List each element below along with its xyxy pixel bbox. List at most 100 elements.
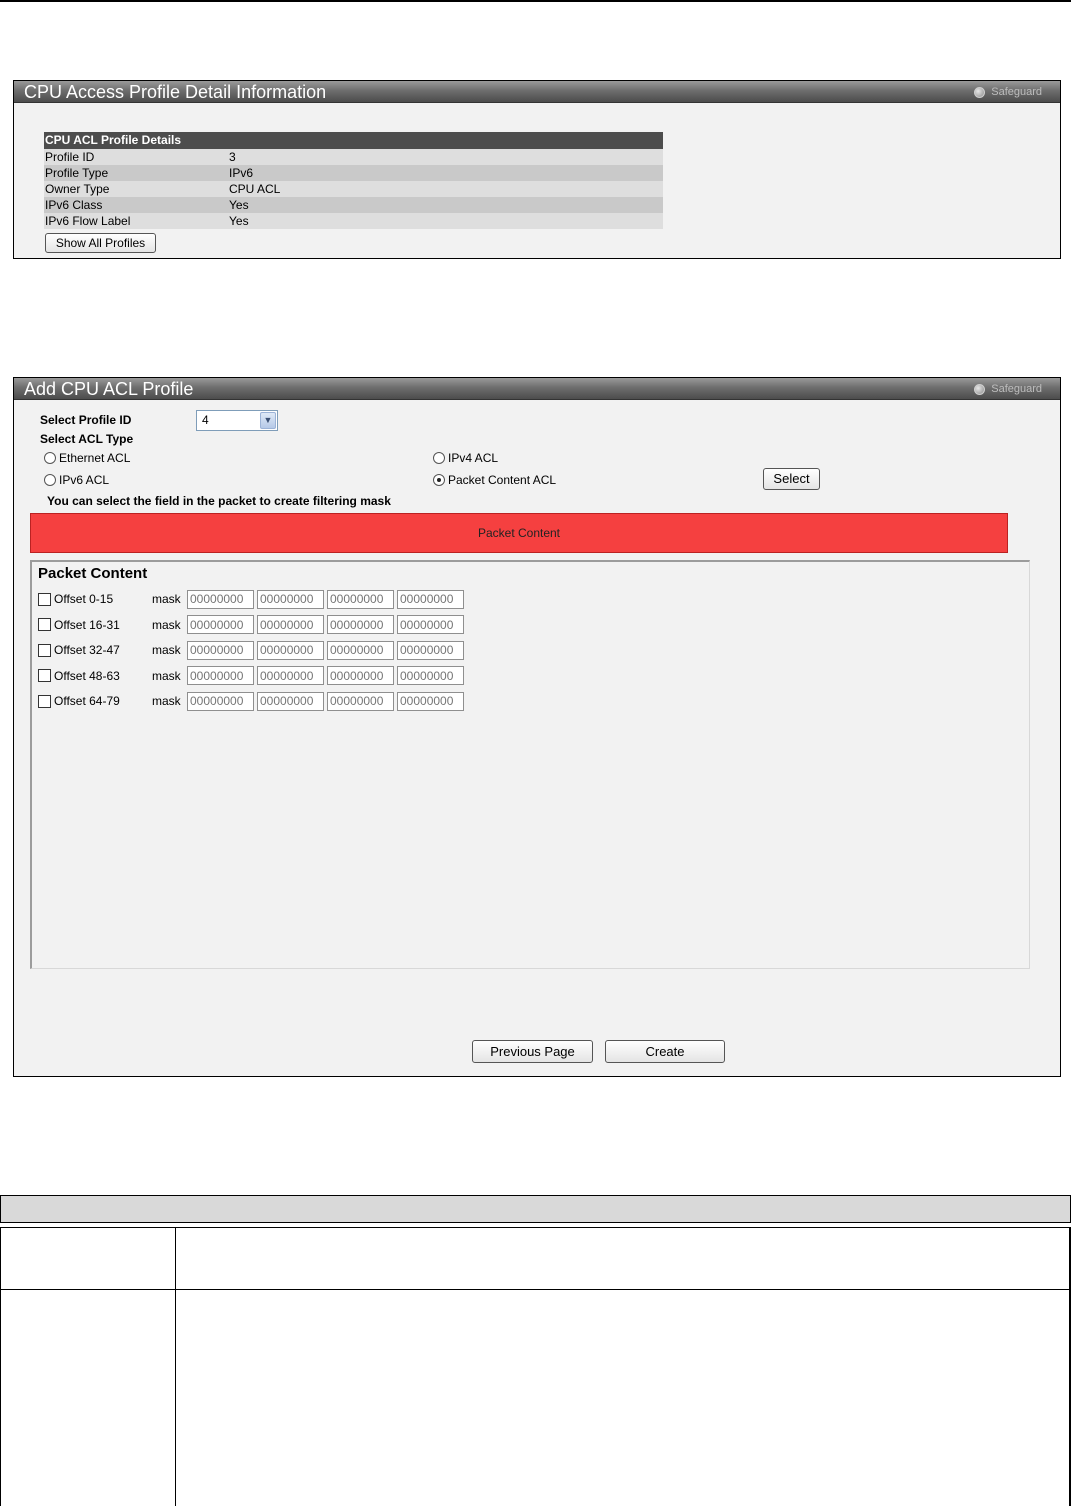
mask-input[interactable] [327, 666, 394, 685]
mask-input[interactable] [187, 615, 254, 634]
mask-label: mask [152, 643, 181, 657]
parameter-table [0, 1227, 1071, 1506]
offset-checkbox[interactable] [38, 618, 51, 631]
panel-title: CPU Access Profile Detail Information [24, 82, 327, 102]
show-all-profiles-button[interactable]: Show All Profiles [45, 233, 156, 253]
hint-text: You can select the field in the packet t… [47, 494, 391, 508]
mask-input[interactable] [257, 666, 324, 685]
radio-label: Packet Content ACL [448, 473, 557, 487]
radio-ipv6-acl[interactable]: IPv6 ACL [44, 473, 109, 487]
mask-label: mask [152, 617, 181, 632]
profile-id-select[interactable]: 4 ▼ [196, 410, 278, 431]
table-row: Profile Type IPv6 [44, 165, 663, 181]
profile-detail-panel: CPU Access Profile Detail Information Sa… [13, 80, 1061, 259]
radio-icon[interactable] [433, 452, 445, 464]
radio-label: IPv4 ACL [448, 451, 499, 465]
parameter-table-header [0, 1195, 1071, 1223]
row-value: Yes [229, 214, 249, 228]
table-row [1, 1228, 1070, 1290]
safeguard-icon [974, 383, 986, 395]
profile-id-label: Select Profile ID [40, 413, 132, 427]
offset-label: Offset 64-79 [54, 694, 120, 708]
create-button[interactable]: Create [605, 1040, 725, 1063]
mask-input[interactable] [397, 640, 464, 660]
mask-label: mask [152, 694, 181, 708]
radio-label: Ethernet ACL [59, 451, 131, 465]
row-label: Profile ID [45, 150, 95, 164]
row-label: IPv6 Class [45, 198, 103, 212]
offset-checkbox[interactable] [38, 669, 51, 682]
offset-label: Offset 32-47 [54, 643, 120, 657]
table-border [1069, 1228, 1070, 1506]
mask-input[interactable] [397, 666, 464, 685]
profile-details-table: CPU ACL Profile Details Profile ID 3 Profi… [44, 132, 663, 229]
mask-input[interactable] [327, 589, 394, 609]
safeguard-icon [974, 86, 986, 98]
mask-input[interactable] [397, 589, 464, 609]
panel-title: Add CPU ACL Profile [24, 379, 194, 399]
offset-row: Offset 16-31 mask [38, 615, 467, 635]
mask-label: mask [152, 668, 181, 683]
mask-input[interactable] [187, 666, 254, 685]
safeguard-label: Safeguard [991, 86, 1042, 98]
select-button[interactable]: Select [763, 468, 820, 490]
radio-ipv4-acl[interactable]: IPv4 ACL [433, 451, 498, 465]
radio-label: IPv6 ACL [59, 473, 110, 487]
details-header: CPU ACL Profile Details [44, 132, 663, 149]
table-divider [175, 1228, 176, 1506]
safeguard-indicator: Safeguard [974, 383, 1042, 395]
row-label: Owner Type [45, 182, 110, 196]
offset-checkbox[interactable] [38, 592, 51, 606]
mask-input[interactable] [257, 640, 324, 660]
packet-content-field-bar[interactable]: Packet Content [30, 513, 1008, 553]
radio-packet-content-acl[interactable]: Packet Content ACL [433, 473, 556, 487]
offset-label: Offset 0-15 [54, 592, 114, 606]
table-row: Profile ID 3 [44, 149, 663, 165]
radio-icon[interactable] [44, 452, 56, 464]
row-value: CPU ACL [229, 182, 281, 196]
radio-icon[interactable] [44, 474, 56, 486]
mask-input[interactable] [187, 640, 254, 660]
row-value: 3 [229, 150, 236, 164]
profile-id-value: 4 [202, 413, 209, 427]
packet-content-area: Packet Content Offset 0-15maskOffset 16-… [30, 560, 1030, 969]
offset-row: Offset 32-47 mask [38, 640, 467, 660]
mask-input[interactable] [327, 691, 394, 711]
row-value: IPv6 [229, 166, 254, 180]
mask-input[interactable] [327, 615, 394, 634]
offset-checkbox[interactable] [38, 643, 51, 657]
row-label: IPv6 Flow Label [45, 214, 131, 228]
offset-label: Offset 16-31 [54, 617, 120, 632]
page-top-rule [0, 0, 1071, 2]
row-label: Profile Type [45, 166, 109, 180]
mask-input[interactable] [397, 691, 464, 711]
offset-label: Offset 48-63 [54, 668, 120, 683]
packet-content-title: Packet Content [38, 565, 148, 582]
offset-row: Offset 48-63 mask [38, 666, 467, 686]
offset-row: Offset 0-15 mask [38, 589, 467, 609]
safeguard-indicator: Safeguard [974, 86, 1042, 98]
mask-label: mask [152, 592, 181, 606]
mask-input[interactable] [187, 589, 254, 609]
chevron-down-icon[interactable]: ▼ [260, 412, 276, 429]
panel-title-bar: Add CPU ACL Profile Safeguard [14, 378, 1060, 400]
mask-input[interactable] [397, 615, 464, 634]
table-row: IPv6 Flow Label Yes [44, 213, 663, 229]
table-row: Owner Type CPU ACL [44, 181, 663, 197]
mask-input[interactable] [257, 691, 324, 711]
table-row: IPv6 Class Yes [44, 197, 663, 213]
mask-input[interactable] [187, 691, 254, 711]
offset-row: Offset 64-79 mask [38, 691, 467, 711]
mask-input[interactable] [257, 589, 324, 609]
safeguard-label: Safeguard [991, 383, 1042, 395]
previous-page-button[interactable]: Previous Page [472, 1040, 593, 1063]
acl-type-label: Select ACL Type [40, 432, 134, 446]
row-value: Yes [229, 198, 249, 212]
radio-ethernet-acl[interactable]: Ethernet ACL [44, 451, 130, 465]
radio-selected-icon[interactable] [433, 474, 445, 486]
add-profile-panel: Add CPU ACL Profile Safeguard Select Pro… [13, 377, 1061, 1077]
mask-input[interactable] [327, 640, 394, 660]
panel-title-bar: CPU Access Profile Detail Information Sa… [14, 81, 1060, 103]
offset-checkbox[interactable] [38, 694, 51, 708]
mask-input[interactable] [257, 615, 324, 634]
